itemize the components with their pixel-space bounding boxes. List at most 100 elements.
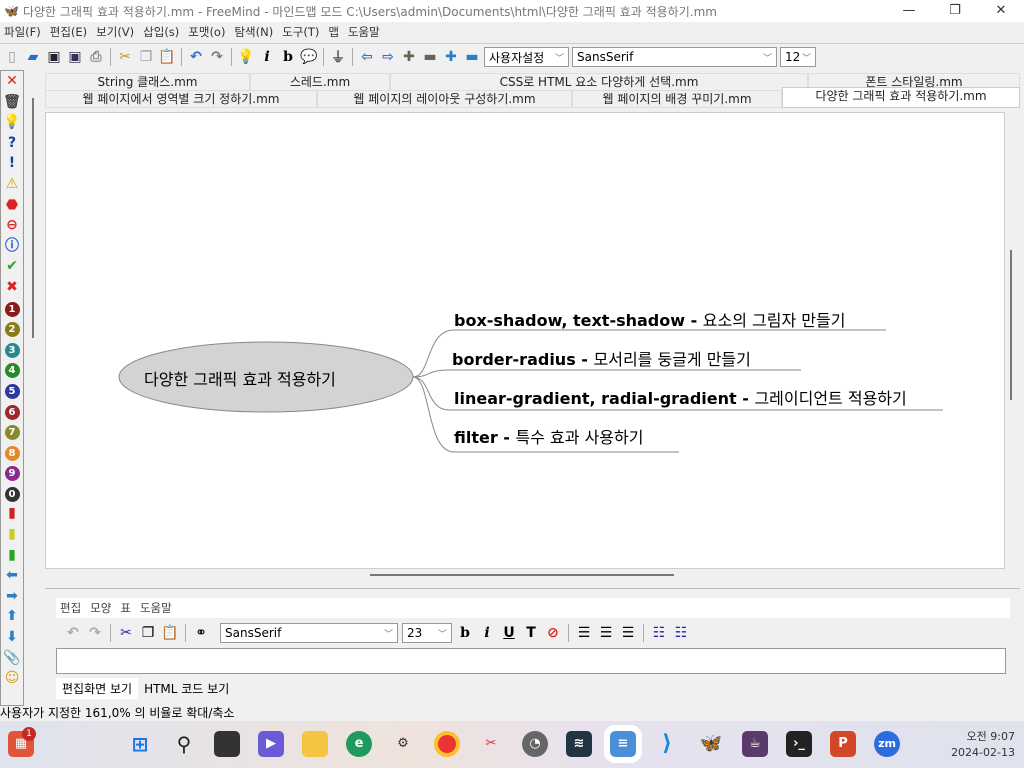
menu-map[interactable]: 맵 [328, 24, 339, 40]
menu-format[interactable]: 포맷(o) [188, 24, 225, 40]
3-icon[interactable]: 3 [1, 339, 23, 360]
bulb-icon[interactable]: 💡 [1, 112, 23, 133]
child-node-filter[interactable]: filter - 특수 효과 사용하기 [454, 424, 643, 448]
mysql-icon[interactable]: ≋ [566, 731, 592, 757]
size-select[interactable]: 12 ﹀ [780, 47, 816, 67]
arrow-right-icon[interactable]: ➡ [1, 586, 23, 607]
mindmap-canvas[interactable]: 다양한 그래픽 효과 적용하기 box-shadow, text-shadow … [45, 112, 1005, 569]
vertical-scrollbar[interactable] [1010, 250, 1012, 400]
6-icon[interactable]: 6 [1, 401, 23, 422]
trash-icon[interactable]: 🗑 [1, 92, 23, 113]
palette-scrollbar[interactable] [32, 98, 34, 338]
align-right-icon[interactable]: ☰ [619, 624, 637, 642]
2-icon[interactable]: 2 [1, 318, 23, 339]
note-menu-help[interactable]: 도움말 [140, 600, 172, 616]
check-icon[interactable]: ✔ [1, 256, 23, 277]
underline-icon[interactable]: U [500, 624, 518, 642]
cross-icon[interactable]: ✖ [1, 277, 23, 298]
italic-icon[interactable]: i [258, 48, 276, 66]
minus-icon[interactable]: ▬ [421, 48, 439, 66]
minus-circle-icon[interactable]: ⊖ [1, 215, 23, 236]
paste-icon[interactable]: 📋 [158, 48, 176, 66]
8-icon[interactable]: 8 [1, 442, 23, 463]
tab-area-size[interactable]: 웹 페이지에서 영역별 크기 정하기.mm [45, 90, 317, 108]
clock-time[interactable]: 오전 9:07 [940, 728, 1015, 744]
child-node-gradient[interactable]: linear-gradient, radial-gradient - 그레이디언… [454, 385, 907, 409]
chat-icon[interactable]: ▶ [258, 731, 284, 757]
find-binoculars-icon[interactable]: ⚭ [192, 624, 210, 642]
file-explorer-icon[interactable] [302, 731, 328, 757]
minimize-button[interactable]: — [886, 0, 932, 22]
vscode-icon[interactable]: ⟩ [654, 731, 680, 757]
smiley-icon[interactable]: ☺ [1, 668, 23, 689]
style-select[interactable]: 사용자설정 ﹀ [484, 47, 569, 67]
child-node-border-radius[interactable]: border-radius - 모서리를 둥글게 만들기 [452, 346, 751, 370]
redo-icon[interactable]: ↷ [86, 624, 104, 642]
zoom-icon[interactable]: zm [874, 731, 900, 757]
arrow-left-icon[interactable]: ⬅ [1, 565, 23, 586]
child-node-box-shadow[interactable]: box-shadow, text-shadow - 요소의 그림자 만들기 [454, 307, 845, 331]
tab-thread[interactable]: 스레드.mm [250, 73, 390, 91]
restore-button[interactable]: ❐ [932, 0, 978, 22]
split-divider[interactable] [45, 588, 1020, 589]
powerpoint-icon[interactable]: P [830, 731, 856, 757]
clock-icon[interactable]: ◔ [522, 731, 548, 757]
text-color-icon[interactable]: T [522, 624, 540, 642]
warning-icon[interactable]: ⚠ [1, 174, 23, 195]
5-icon[interactable]: 5 [1, 380, 23, 401]
numbered-list-icon[interactable]: ☷ [672, 624, 690, 642]
arrow-right-icon[interactable]: ⇨ [379, 48, 397, 66]
root-node-label[interactable]: 다양한 그래픽 효과 적용하기 [144, 366, 336, 390]
copy-icon[interactable]: ❐ [137, 48, 155, 66]
align-center-icon[interactable]: ☰ [597, 624, 615, 642]
font-select[interactable]: SansSerif ﹀ [572, 47, 777, 67]
save-as-icon[interactable]: ▣ [66, 48, 84, 66]
note-text-area[interactable] [56, 648, 1006, 674]
chrome-icon[interactable] [434, 731, 460, 757]
close-x-icon[interactable]: ✕ [1, 71, 23, 92]
plus-blue-icon[interactable]: ✚ [442, 48, 460, 66]
menu-file[interactable]: 파일(F) [4, 24, 41, 40]
menu-navigate[interactable]: 탐색(N) [234, 24, 273, 40]
menu-view[interactable]: 보기(V) [96, 24, 134, 40]
menu-edit[interactable]: 편집(E) [50, 24, 87, 40]
note-menu-format[interactable]: 모양 [90, 600, 111, 616]
terminal-icon[interactable]: ›_ [786, 731, 812, 757]
freemind-icon[interactable]: 🦋 [698, 731, 724, 757]
snipping-tool-icon[interactable]: ✂ [478, 731, 504, 757]
tab-background[interactable]: 웹 페이지의 배경 꾸미기.mm [572, 90, 782, 108]
0-icon[interactable]: 0 [1, 483, 23, 504]
question-icon[interactable]: ? [1, 133, 23, 154]
traffic-yellow-icon[interactable]: ▮ [1, 524, 23, 545]
arrow-up-icon[interactable]: ⬆ [1, 606, 23, 627]
search-icon[interactable]: ⚲ [171, 731, 197, 757]
undo-icon[interactable]: ↶ [64, 624, 82, 642]
tab-layout[interactable]: 웹 페이지의 레이아웃 구성하기.mm [317, 90, 572, 108]
cut-icon[interactable]: ✂ [117, 624, 135, 642]
redo-icon[interactable]: ↷ [208, 48, 226, 66]
task-view-icon[interactable] [214, 731, 240, 757]
settings-icon[interactable]: ⚙ [390, 731, 416, 757]
close-button[interactable]: ✕ [978, 0, 1024, 22]
menu-tools[interactable]: 도구(T) [282, 24, 319, 40]
tab-string-class[interactable]: String 클래스.mm [45, 73, 250, 91]
tab-graphic-effects[interactable]: 다양한 그래픽 효과 적용하기.mm [782, 87, 1020, 108]
open-file-icon[interactable]: ▰ [24, 48, 42, 66]
clock-date[interactable]: 2024-02-13 [930, 746, 1015, 759]
exclamation-icon[interactable]: ! [1, 153, 23, 174]
note-menu-table[interactable]: 표 [120, 600, 131, 616]
notepad-icon[interactable]: ≡ [604, 725, 642, 763]
bulb-icon[interactable]: 💡 [237, 48, 255, 66]
note-menu-edit[interactable]: 편집 [60, 600, 81, 616]
java-ide-icon[interactable]: ☕ [742, 731, 768, 757]
1-icon[interactable]: 1 [1, 298, 23, 319]
undo-icon[interactable]: ↶ [187, 48, 205, 66]
note-font-select[interactable]: SansSerif ﹀ [220, 623, 398, 643]
align-left-icon[interactable]: ☰ [575, 624, 593, 642]
cloud-icon[interactable]: 💬 [300, 48, 318, 66]
traffic-red-icon[interactable]: ▮ [1, 503, 23, 524]
bold-icon[interactable]: b [456, 624, 474, 642]
copy-icon[interactable]: ❐ [139, 624, 157, 642]
print-icon[interactable]: ⎙ [87, 48, 105, 66]
bullet-list-icon[interactable]: ☷ [650, 624, 668, 642]
